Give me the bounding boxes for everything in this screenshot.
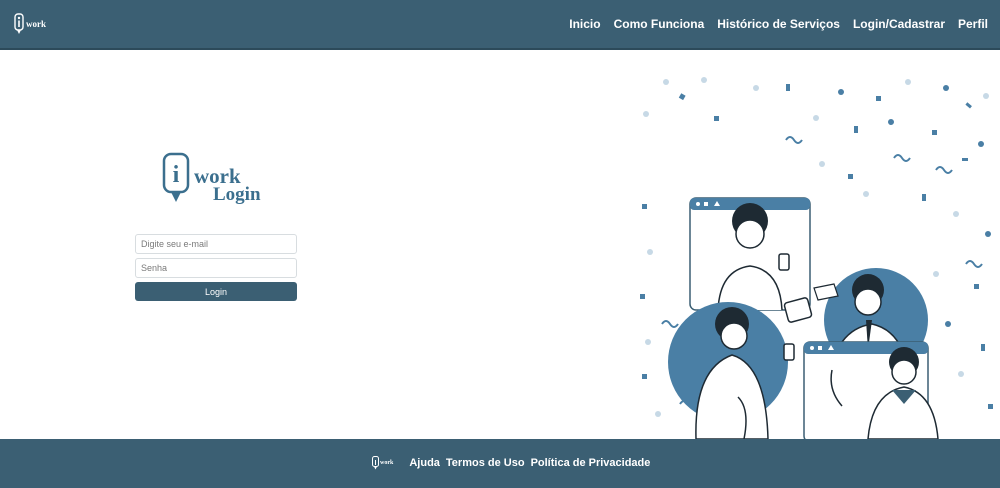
- iwork-footer-logo-icon: [372, 456, 379, 470]
- people-video-call-illustration: [640, 77, 993, 439]
- iwork-logo-icon: [14, 13, 24, 34]
- nav-login-cadastrar[interactable]: Login/Cadastrar: [853, 17, 945, 31]
- person-circle-left: [668, 302, 795, 439]
- nav-inicio[interactable]: Inicio: [569, 17, 600, 31]
- footer-link-ajuda[interactable]: Ajuda: [409, 457, 440, 469]
- footer-logo-text: work: [380, 460, 394, 466]
- footer-link-termos[interactable]: Termos de Uso: [446, 457, 525, 469]
- main-content: i work Login Login: [0, 50, 1000, 439]
- main-nav: Inicio Como Funciona Histórico de Serviç…: [569, 17, 988, 31]
- login-title: Login: [213, 184, 261, 205]
- iwork-brand-icon: i: [162, 152, 190, 202]
- video-window-top: [689, 197, 811, 311]
- password-input[interactable]: [135, 258, 297, 278]
- header-logo-text: work: [26, 19, 46, 29]
- video-window-bottom: [803, 341, 939, 439]
- nav-historico-servicos[interactable]: Histórico de Serviços: [717, 17, 840, 31]
- footer-links: work Ajuda Termos de Uso Política de Pri…: [372, 456, 650, 470]
- header-logo[interactable]: work: [14, 13, 46, 35]
- footer-link-privacidade[interactable]: Política de Privacidade: [531, 457, 651, 469]
- nav-como-funciona[interactable]: Como Funciona: [614, 17, 705, 31]
- top-navbar: work Inicio Como Funciona Histórico de S…: [0, 0, 1000, 50]
- footer: work Ajuda Termos de Uso Política de Pri…: [0, 439, 1000, 488]
- brand-letter: i: [173, 162, 180, 188]
- login-page: work Inicio Como Funciona Histórico de S…: [0, 0, 1000, 488]
- footer-logo[interactable]: work: [372, 456, 393, 470]
- login-button[interactable]: Login: [135, 282, 297, 301]
- login-brand: i work Login: [162, 152, 272, 206]
- email-input[interactable]: [135, 234, 297, 254]
- nav-perfil[interactable]: Perfil: [958, 17, 988, 31]
